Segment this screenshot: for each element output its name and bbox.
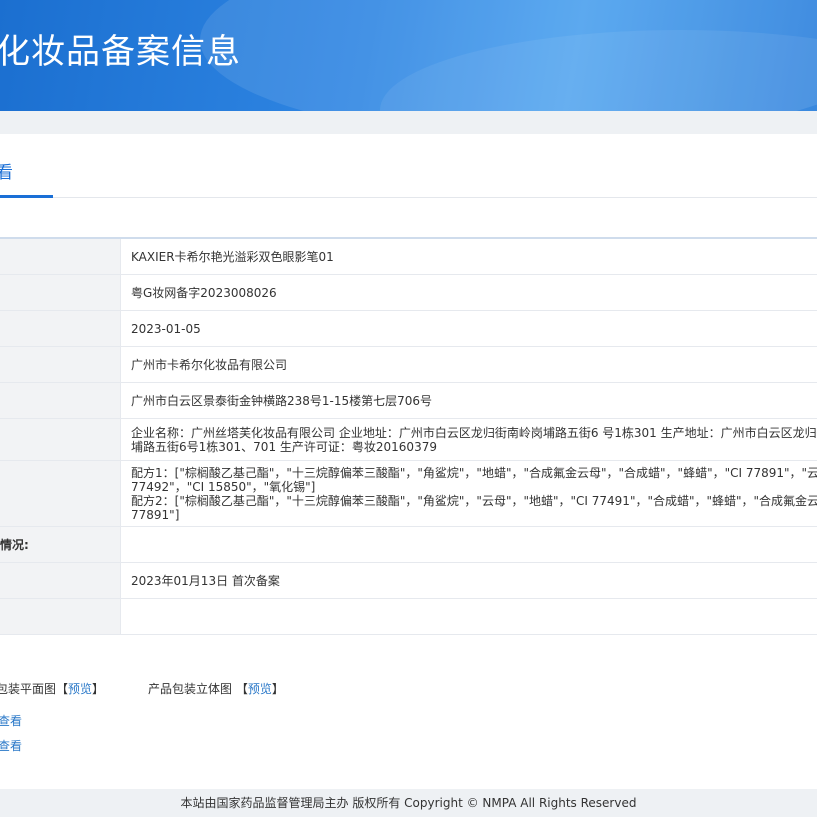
row-label — [0, 461, 121, 526]
table-row: 2023年01月13日 首次备案 — [0, 563, 817, 599]
formula-line: 77891"] — [131, 507, 180, 522]
row-label — [0, 239, 121, 274]
table-row: 配方1：["棕榈酸乙基己酯"，"十三烷醇偏苯三酸酯"，"角鲨烷"，"地蜡"，"合… — [0, 461, 817, 527]
product-name: KAXIER卡希尔艳光溢彩双色眼影笔01 — [131, 249, 334, 264]
view-link-2[interactable]: 查看 — [0, 737, 22, 754]
content-card: 看 KAXIER卡希尔艳光溢彩双色眼影笔01 粤G妆网备字2023008026 … — [0, 134, 817, 789]
table-row: 企业名称：广州丝塔芙化妆品有限公司 企业地址：广州市白云区龙归街南岭岗埔路五街6… — [0, 419, 817, 461]
header-banner: 化妆品备案信息 — [0, 0, 817, 111]
active-tab-indicator — [0, 195, 53, 198]
info-table: KAXIER卡希尔艳光溢彩双色眼影笔01 粤G妆网备字2023008026 20… — [0, 237, 817, 635]
table-row: 广州市卡希尔化妆品有限公司 — [0, 347, 817, 383]
row-label — [0, 347, 121, 382]
formula-info: 配方1：["棕榈酸乙基己酯"，"十三烷醇偏苯三酸酯"，"角鲨烷"，"地蜡"，"合… — [121, 461, 817, 526]
package-stereo-preview-link[interactable]: 预览 — [248, 682, 272, 696]
manufacturer-line: 企业名称：广州丝塔芙化妆品有限公司 企业地址：广州市白云区龙归街南岭岗埔路五街6… — [131, 425, 817, 440]
table-row: 粤G妆网备字2023008026 — [0, 275, 817, 311]
row-label — [0, 311, 121, 346]
record-number: 粤G妆网备字2023008026 — [131, 285, 277, 300]
formula-line: 配方2：["棕榈酸乙基己酯"，"十三烷醇偏苯三酸酯"，"角鲨烷"，"云母"，"地… — [131, 493, 817, 508]
row-label — [0, 383, 121, 418]
package-stereo-label: 产品包装立体图 — [148, 682, 233, 696]
registrant-address: 广州市白云区景泰街金钟横路238号1-15楼第七层706号 — [131, 393, 433, 408]
row-value — [121, 599, 817, 634]
table-row: KAXIER卡希尔艳光溢彩双色眼影笔01 — [0, 239, 817, 275]
row-label — [0, 419, 121, 460]
table-row: 广州市白云区景泰街金钟横路238号1-15楼第七层706号 — [0, 383, 817, 419]
package-flat-label: 包装平面图 — [0, 682, 57, 696]
registrant-name: 广州市卡希尔化妆品有限公司 — [131, 357, 288, 372]
table-row: 情况: — [0, 527, 817, 563]
row-label — [0, 563, 121, 598]
view-link-1[interactable]: 查看 — [0, 712, 22, 729]
formula-line: 77492"，"CI 15850"，"氧化锡"] — [131, 479, 316, 494]
record-status: 2023年01月13日 首次备案 — [131, 573, 280, 588]
row-value — [121, 527, 817, 562]
row-label — [0, 599, 121, 634]
row-label — [0, 275, 121, 310]
tab-view[interactable]: 看 — [0, 158, 13, 183]
package-flat: 包装平面图【预览】 — [0, 680, 104, 697]
manufacturer-line: 埔路五街6号1栋301、701 生产许可证：粤妆20160379 — [131, 439, 437, 454]
table-row: 2023-01-05 — [0, 311, 817, 347]
tab-bar: 看 — [0, 134, 817, 198]
table-row — [0, 599, 817, 635]
manufacturer-info: 企业名称：广州丝塔芙化妆品有限公司 企业地址：广州市白云区龙归街南岭岗埔路五街6… — [121, 419, 817, 460]
row-label: 情况: — [0, 527, 121, 562]
footer: 本站由国家药品监督管理局主办 版权所有 Copyright © NMPA All… — [0, 789, 817, 817]
record-date: 2023-01-05 — [131, 321, 201, 336]
package-stereo: 产品包装立体图 【预览】 — [148, 682, 284, 696]
page-title: 化妆品备案信息 — [0, 32, 241, 72]
package-flat-preview-link[interactable]: 预览 — [68, 682, 92, 696]
formula-line: 配方1：["棕榈酸乙基己酯"，"十三烷醇偏苯三酸酯"，"角鲨烷"，"地蜡"，"合… — [131, 465, 817, 480]
